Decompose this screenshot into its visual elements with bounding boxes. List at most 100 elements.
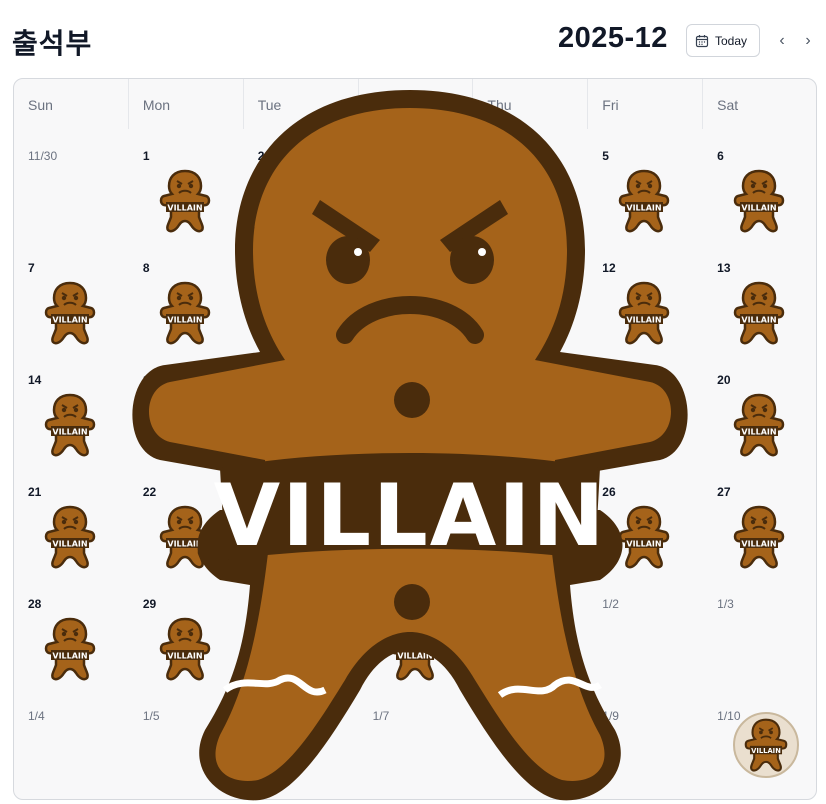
calendar-day-cell[interactable]: 12 (588, 241, 703, 353)
calendar-day-cell[interactable]: 21 (14, 465, 129, 577)
gingerbread-villain-avatar-icon (744, 718, 788, 772)
day-number: 1 (142, 149, 150, 163)
calendar-day-cell[interactable]: 4 (473, 129, 588, 241)
gingerbread-villain-icon (733, 169, 785, 233)
calendar-day-cell[interactable]: 1/9 (588, 689, 703, 799)
calendar-day-cell[interactable]: 28 (14, 577, 129, 689)
day-number: 10 (372, 261, 386, 275)
calendar-day-cell[interactable]: 29 (129, 577, 244, 689)
day-number: 19 (602, 373, 616, 387)
day-number: 20 (717, 373, 731, 387)
day-number: 22 (142, 485, 157, 499)
calendar-day-cell[interactable]: 25 (473, 465, 588, 577)
day-number: 6 (717, 149, 724, 163)
calendar-day-cell[interactable]: 1/7 (359, 689, 474, 799)
prev-month-button[interactable]: ‹ (772, 30, 792, 52)
calendar-day-cell[interactable]: 11/30 (14, 129, 129, 241)
gingerbread-villain-icon (159, 281, 211, 345)
calendar-day-cell[interactable]: 5 (588, 129, 703, 241)
calendar-day-cell[interactable]: 1/1 (473, 577, 588, 689)
gingerbread-villain-icon (44, 281, 96, 345)
calendar-day-cell[interactable]: 17 (359, 353, 474, 465)
gingerbread-villain-icon (733, 281, 785, 345)
calendar-day-cell[interactable]: 1 (129, 129, 244, 241)
day-number: 15 (142, 373, 157, 387)
calendar-day-cell[interactable]: 26 (588, 465, 703, 577)
calendar-day-cell[interactable]: 3 (359, 129, 474, 241)
day-number: 18 (487, 373, 501, 387)
current-month: 2025-12 (558, 22, 668, 54)
calendar-day-cell[interactable]: 19 (588, 353, 703, 465)
calendar: Sun Mon Tue Wed Thu Fri Sat 11/30 1 2 3 4 5 6 7 8 9 10 11… (13, 78, 817, 800)
gingerbread-villain-icon (44, 393, 96, 457)
gingerbread-villain-icon (274, 617, 325, 681)
weekday-wed: Wed (359, 79, 474, 129)
calendar-day-cell[interactable]: 1/6 (244, 689, 359, 799)
calendar-day-cell[interactable]: 18 (473, 353, 588, 465)
gingerbread-villain-icon (389, 169, 440, 233)
day-number: 25 (487, 485, 501, 499)
day-number: 17 (372, 373, 386, 387)
calendar-day-cell[interactable]: 23 (244, 465, 359, 577)
today-button[interactable]: Today (686, 24, 760, 57)
calendar-day-cell[interactable]: 16 (244, 353, 359, 465)
gingerbread-villain-icon (159, 505, 211, 569)
day-number: 2 (257, 149, 265, 163)
calendar-day-cell[interactable]: 1/5 (129, 689, 244, 799)
day-number: 5 (602, 149, 609, 163)
calendar-day-cell[interactable]: 1/4 (14, 689, 129, 799)
calendar-day-cell[interactable]: 1/3 (703, 577, 816, 689)
day-number: 11/30 (28, 149, 58, 163)
user-avatar[interactable] (733, 712, 799, 778)
gingerbread-villain-icon (389, 281, 440, 345)
calendar-day-cell[interactable]: 20 (703, 353, 816, 465)
weekday-fri: Fri (588, 79, 704, 129)
gingerbread-villain-icon (733, 505, 785, 569)
calendar-grid: 11/30 1 2 3 4 5 6 7 8 9 10 11 12 13 14 15 16 17 18 19 20 21 22… (14, 129, 816, 799)
calendar-day-cell[interactable]: 1/8 (473, 689, 588, 799)
gingerbread-villain-icon (274, 393, 325, 457)
calendar-day-cell[interactable]: 10 (359, 241, 474, 353)
gingerbread-villain-icon (159, 169, 211, 233)
day-number: 14 (28, 373, 42, 387)
calendar-day-cell[interactable]: 9 (244, 241, 359, 353)
day-number: 26 (602, 485, 616, 499)
calendar-day-cell[interactable]: 6 (703, 129, 816, 241)
day-number: 1/7 (372, 709, 390, 723)
calendar-day-cell[interactable]: 31 (359, 577, 474, 689)
gingerbread-villain-icon (159, 393, 211, 457)
next-month-button[interactable]: › (798, 30, 818, 52)
day-number: 4 (487, 149, 495, 163)
day-number: 1/5 (142, 709, 160, 723)
day-number: 13 (717, 261, 731, 275)
calendar-day-cell[interactable]: 24 (359, 465, 474, 577)
calendar-day-cell[interactable]: 27 (703, 465, 816, 577)
calendar-day-cell[interactable]: 2 (244, 129, 359, 241)
gingerbread-villain-icon (389, 393, 440, 457)
calendar-icon (695, 34, 709, 47)
gingerbread-villain-icon (504, 393, 555, 457)
day-number: 12 (602, 261, 616, 275)
gingerbread-villain-icon (274, 281, 325, 345)
gingerbread-villain-icon (504, 281, 555, 345)
calendar-day-cell[interactable]: 11 (473, 241, 588, 353)
gingerbread-villain-icon (619, 393, 670, 457)
calendar-day-cell[interactable]: 30 (244, 577, 359, 689)
day-number: 28 (28, 597, 42, 611)
day-number: 16 (257, 373, 272, 387)
calendar-day-cell[interactable]: 1/2 (588, 577, 703, 689)
gingerbread-villain-icon (733, 393, 785, 457)
calendar-day-cell[interactable]: 14 (14, 353, 129, 465)
day-number: 1/6 (257, 709, 275, 723)
calendar-day-cell[interactable]: 7 (14, 241, 129, 353)
gingerbread-villain-icon (44, 617, 96, 681)
calendar-day-cell[interactable]: 15 (129, 353, 244, 465)
calendar-day-cell[interactable]: 8 (129, 241, 244, 353)
gingerbread-villain-icon (504, 169, 555, 233)
weekday-sat: Sat (717, 97, 739, 113)
day-number: 23 (257, 485, 272, 499)
calendar-day-cell[interactable]: 13 (703, 241, 816, 353)
calendar-day-cell[interactable]: 22 (129, 465, 244, 577)
gingerbread-villain-icon (619, 505, 670, 569)
page-title: 출석부 (12, 28, 93, 59)
